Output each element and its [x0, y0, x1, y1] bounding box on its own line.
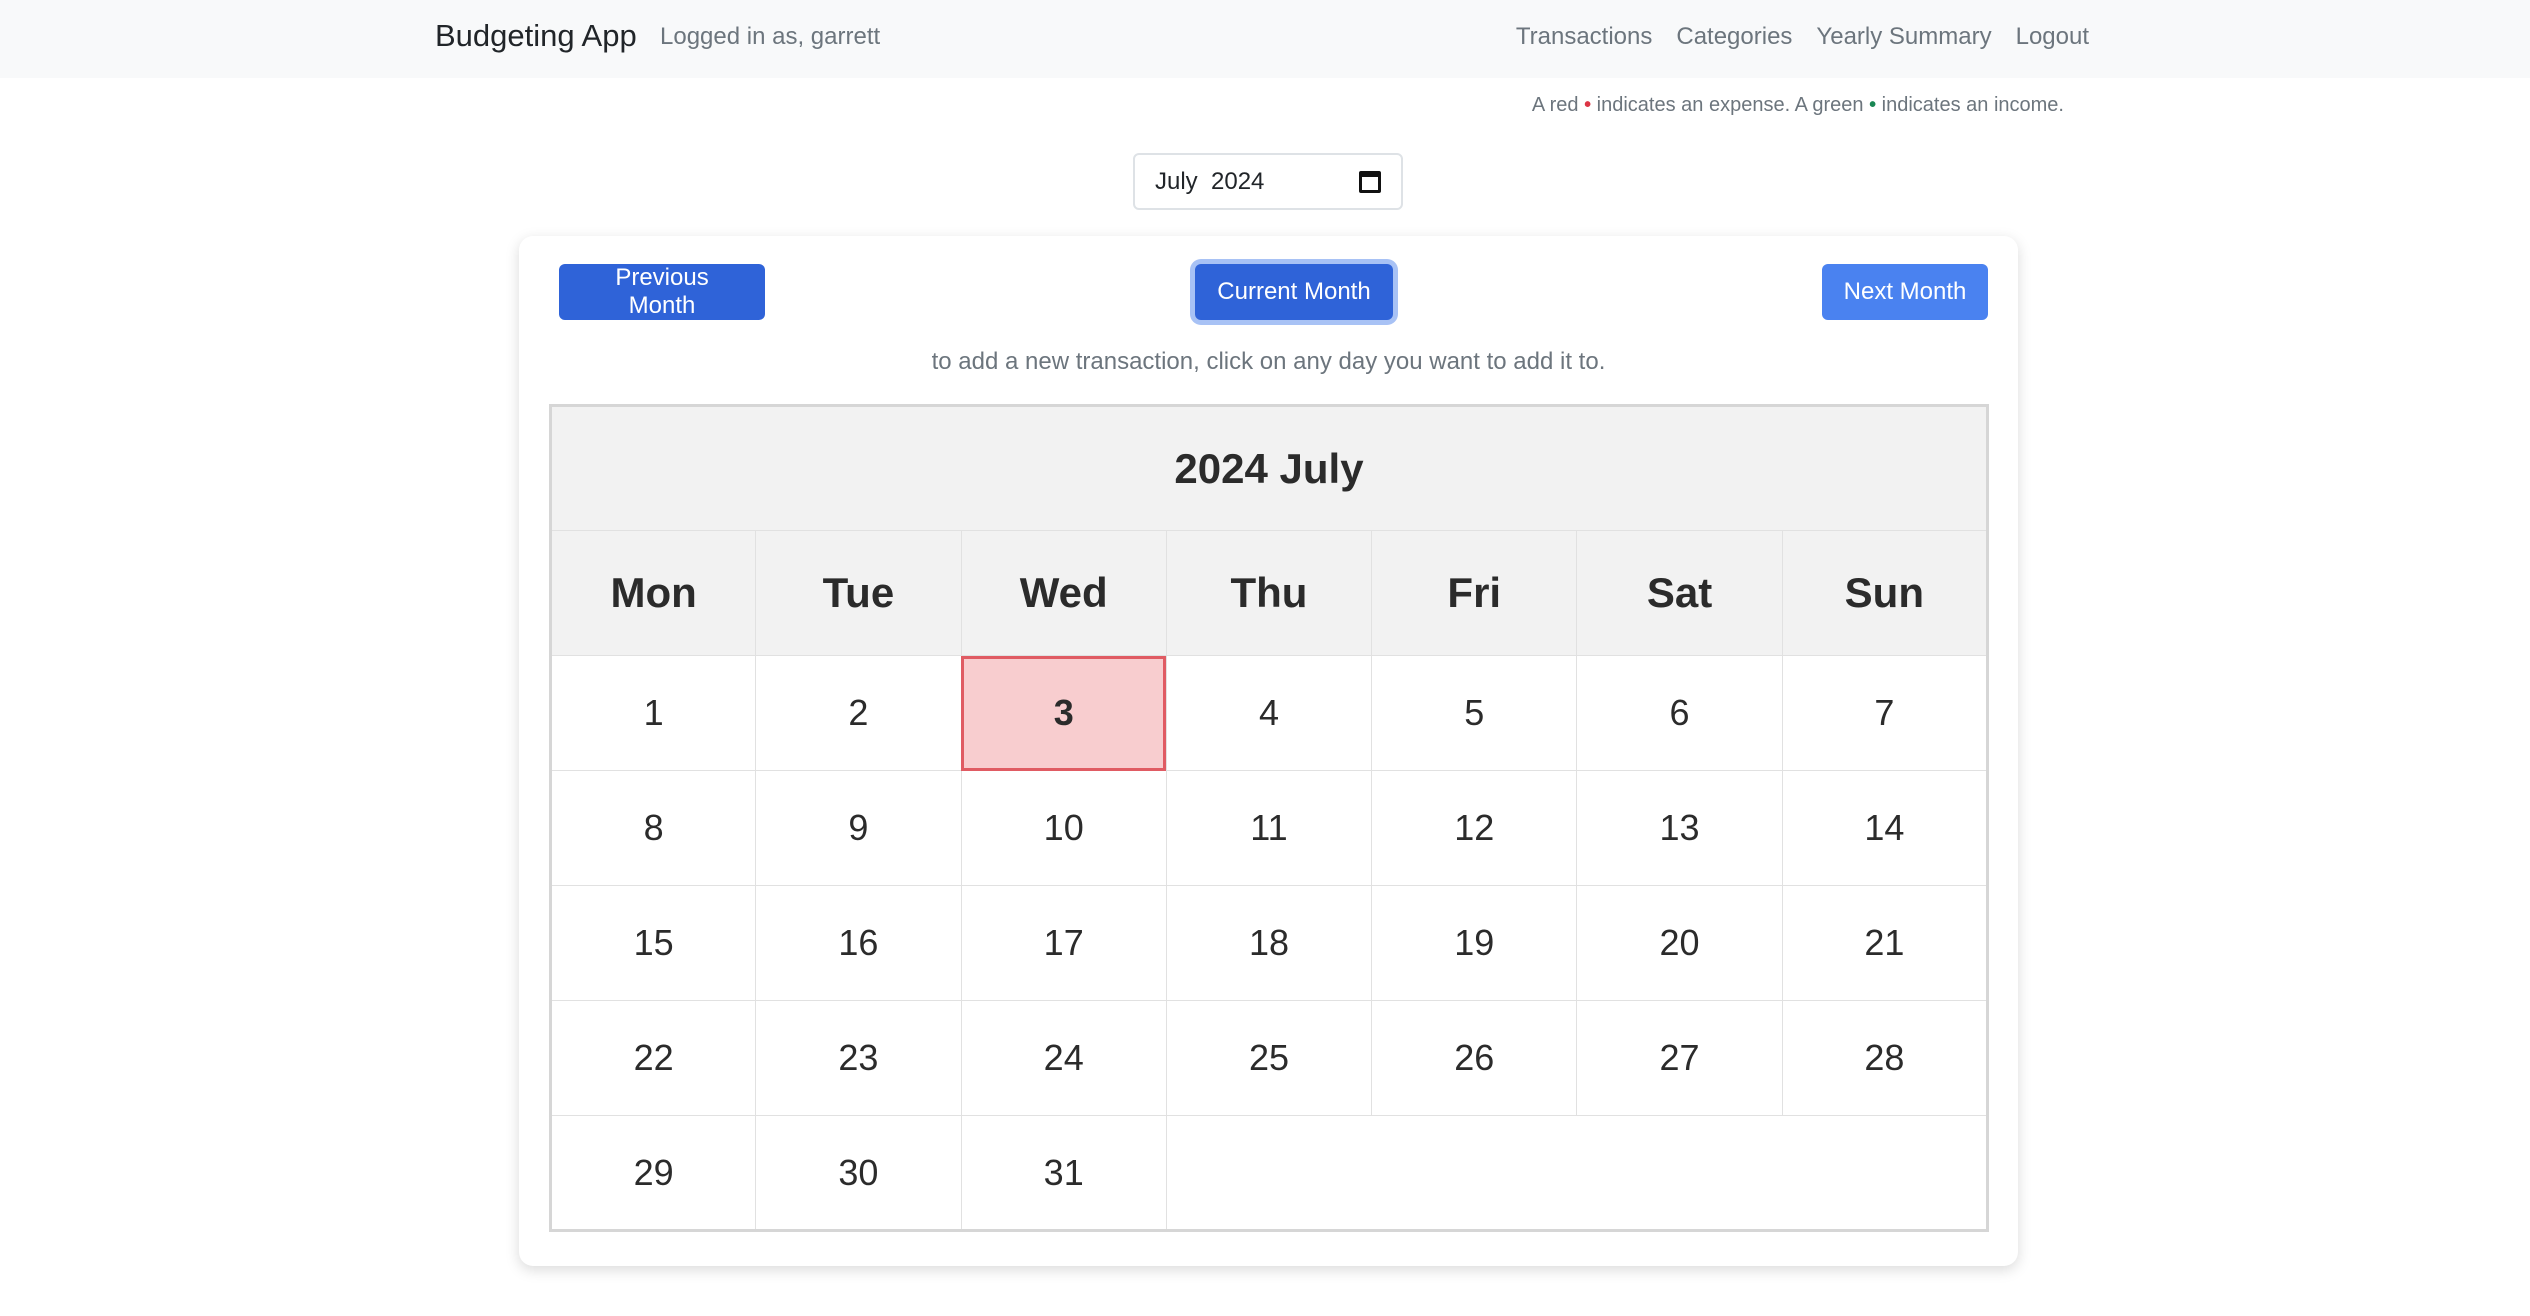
- calendar-day[interactable]: 2: [755, 655, 962, 771]
- calendar-day[interactable]: 31: [960, 1115, 1167, 1231]
- weekday-header-wed: Wed: [960, 530, 1167, 656]
- calendar-week-row: 15 16 17 18 19 20 21: [549, 885, 1989, 1001]
- calendar-day-today[interactable]: 3: [960, 655, 1167, 771]
- nav-links: Transactions Categories Yearly Summary L…: [1516, 23, 2089, 51]
- month-picker-value: July 2024: [1155, 167, 1265, 195]
- calendar-day[interactable]: 1: [549, 655, 757, 771]
- calendar-icon[interactable]: [1359, 170, 1381, 193]
- calendar-day[interactable]: 9: [755, 770, 962, 886]
- calendar-day[interactable]: 10: [960, 770, 1167, 886]
- calendar-day[interactable]: 23: [755, 1000, 962, 1116]
- legend-part2: indicates an expense. A green: [1591, 94, 1870, 116]
- nav-link-categories[interactable]: Categories: [1676, 23, 1792, 51]
- calendar-day[interactable]: 22: [549, 1000, 757, 1116]
- next-month-button[interactable]: Next Month: [1822, 264, 1988, 320]
- calendar-day[interactable]: 25: [1165, 1000, 1373, 1116]
- weekday-header-thu: Thu: [1165, 530, 1373, 656]
- calendar-day[interactable]: 21: [1781, 885, 1989, 1001]
- month-picker-input[interactable]: July 2024: [1133, 153, 1403, 210]
- calendar-day[interactable]: 12: [1371, 770, 1578, 886]
- calendar-title: 2024 July: [550, 405, 1988, 531]
- calendar-day[interactable]: 17: [960, 885, 1167, 1001]
- add-transaction-hint: to add a new transaction, click on any d…: [931, 348, 1606, 375]
- calendar-day[interactable]: 14: [1781, 770, 1989, 886]
- brand-title[interactable]: Budgeting App: [435, 18, 637, 54]
- nav-link-yearly-summary[interactable]: Yearly Summary: [1816, 23, 1991, 51]
- calendar-week-row: 29 30 31: [549, 1115, 1989, 1231]
- calendar-day[interactable]: 19: [1371, 885, 1578, 1001]
- weekday-header-fri: Fri: [1371, 530, 1578, 656]
- nav-link-transactions[interactable]: Transactions: [1516, 23, 1653, 51]
- calendar-day[interactable]: 13: [1576, 770, 1783, 886]
- calendar-day[interactable]: 16: [755, 885, 962, 1001]
- weekday-header-mon: Mon: [549, 530, 757, 656]
- calendar-day[interactable]: 29: [549, 1115, 757, 1231]
- weekday-header-row: Mon Tue Wed Thu Fri Sat Sun: [549, 530, 1989, 656]
- weekday-header-sun: Sun: [1781, 530, 1989, 656]
- calendar-body: 1 2 3 4 5 6 7 8 9 10 11 12 13 14 15 16 17 18 19 20 21 22 23 24 2…: [549, 655, 1989, 1231]
- calendar-week-row: 1234567: [549, 655, 1989, 771]
- current-month-button[interactable]: Current Month: [1195, 264, 1393, 320]
- calendar-day[interactable]: 5: [1371, 655, 1578, 771]
- calendar-day[interactable]: 30: [755, 1115, 962, 1231]
- calendar-day[interactable]: 8: [549, 770, 757, 886]
- legend-text: A red • indicates an expense. A green • …: [1532, 94, 2064, 117]
- previous-month-button[interactable]: Previous Month: [559, 264, 765, 320]
- calendar-day[interactable]: 18: [1165, 885, 1373, 1001]
- logged-in-text: Logged in as, garrett: [660, 23, 881, 50]
- calendar-day[interactable]: 26: [1371, 1000, 1578, 1116]
- calendar-week-row: 8 9 10 11 12 13 14: [549, 770, 1989, 886]
- calendar-day[interactable]: 20: [1576, 885, 1783, 1001]
- navbar: Budgeting App Logged in as, garrett Tran…: [0, 0, 2530, 78]
- calendar-card: Previous Month Current Month Next Month …: [519, 236, 2018, 1266]
- calendar-empty-cell: [1165, 1115, 1989, 1231]
- calendar-day[interactable]: 4: [1165, 655, 1373, 771]
- calendar-day[interactable]: 28: [1781, 1000, 1989, 1116]
- weekday-header-sat: Sat: [1576, 530, 1783, 656]
- legend-part3: indicates an income.: [1876, 94, 2064, 116]
- calendar-day[interactable]: 6: [1576, 655, 1783, 771]
- calendar-day[interactable]: 11: [1165, 770, 1373, 886]
- calendar-day[interactable]: 24: [960, 1000, 1167, 1116]
- calendar-day[interactable]: 27: [1576, 1000, 1783, 1116]
- month-calendar: 2024 July Mon Tue Wed Thu Fri Sat Sun 12345678…: [549, 404, 1989, 1232]
- nav-link-logout[interactable]: Logout: [2016, 23, 2089, 51]
- weekday-header-tue: Tue: [755, 530, 962, 656]
- calendar-day[interactable]: 7: [1781, 655, 1989, 771]
- calendar-day[interactable]: 15: [549, 885, 757, 1001]
- legend-part1: A red: [1531, 94, 1585, 116]
- calendar-week-row: 22 23 24 25 26 27 28: [549, 1000, 1989, 1116]
